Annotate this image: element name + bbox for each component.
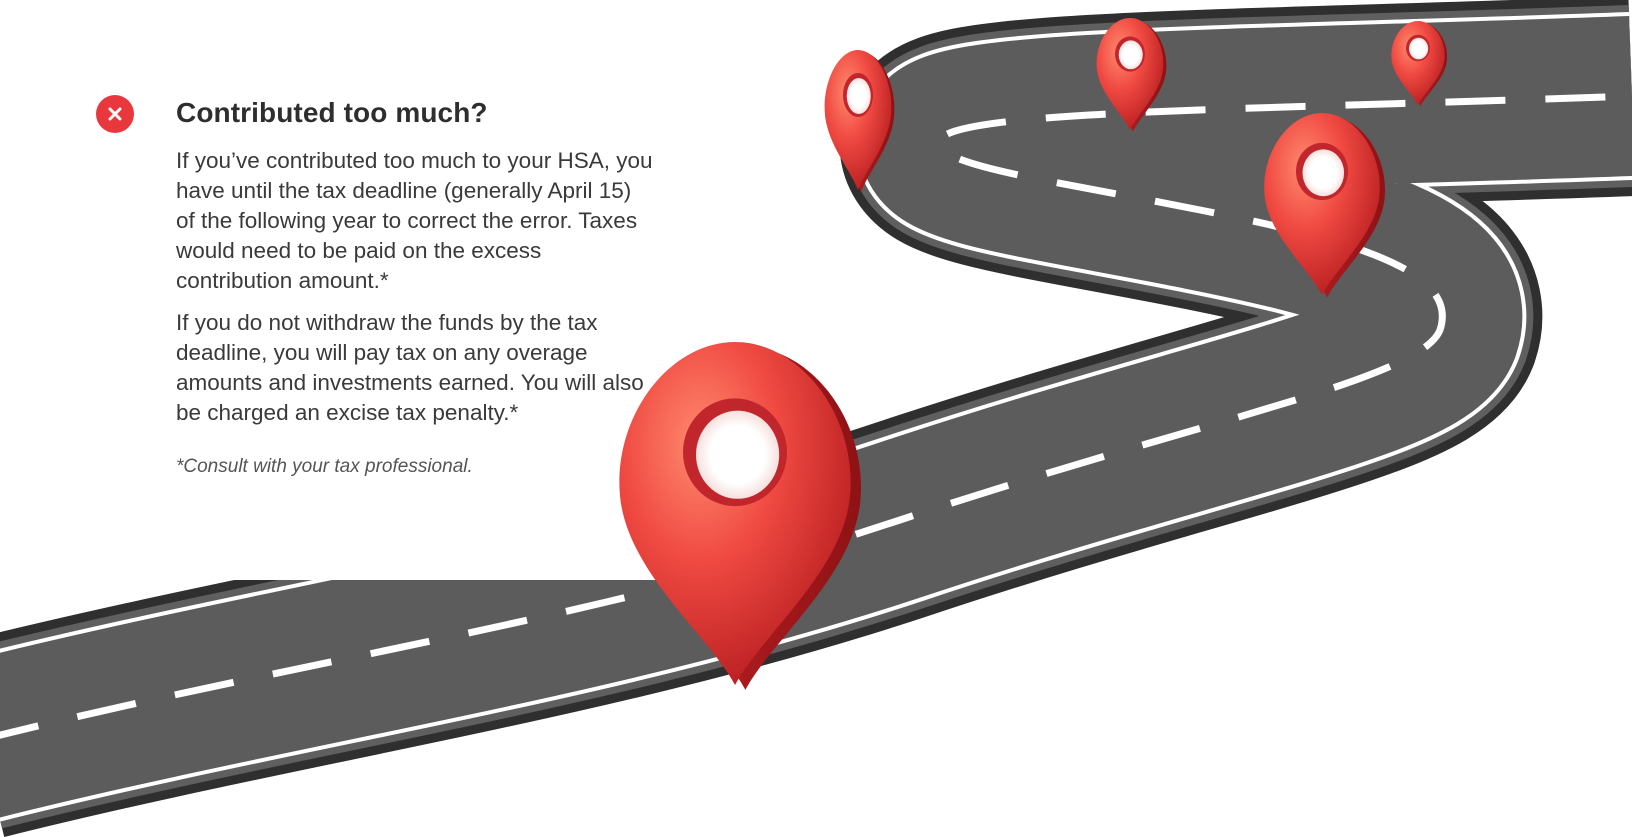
notice-paragraph: If you’ve contributed too much to your H… xyxy=(176,148,653,293)
notice-body: If you’ve contributed too much to your H… xyxy=(176,146,654,478)
notice-heading: Contributed too much? xyxy=(176,97,488,128)
footnote: *Consult with your tax professional. xyxy=(176,456,473,477)
notice-paragraph: If you do not withdraw the funds by the … xyxy=(176,310,644,425)
close-x-icon xyxy=(96,95,134,133)
